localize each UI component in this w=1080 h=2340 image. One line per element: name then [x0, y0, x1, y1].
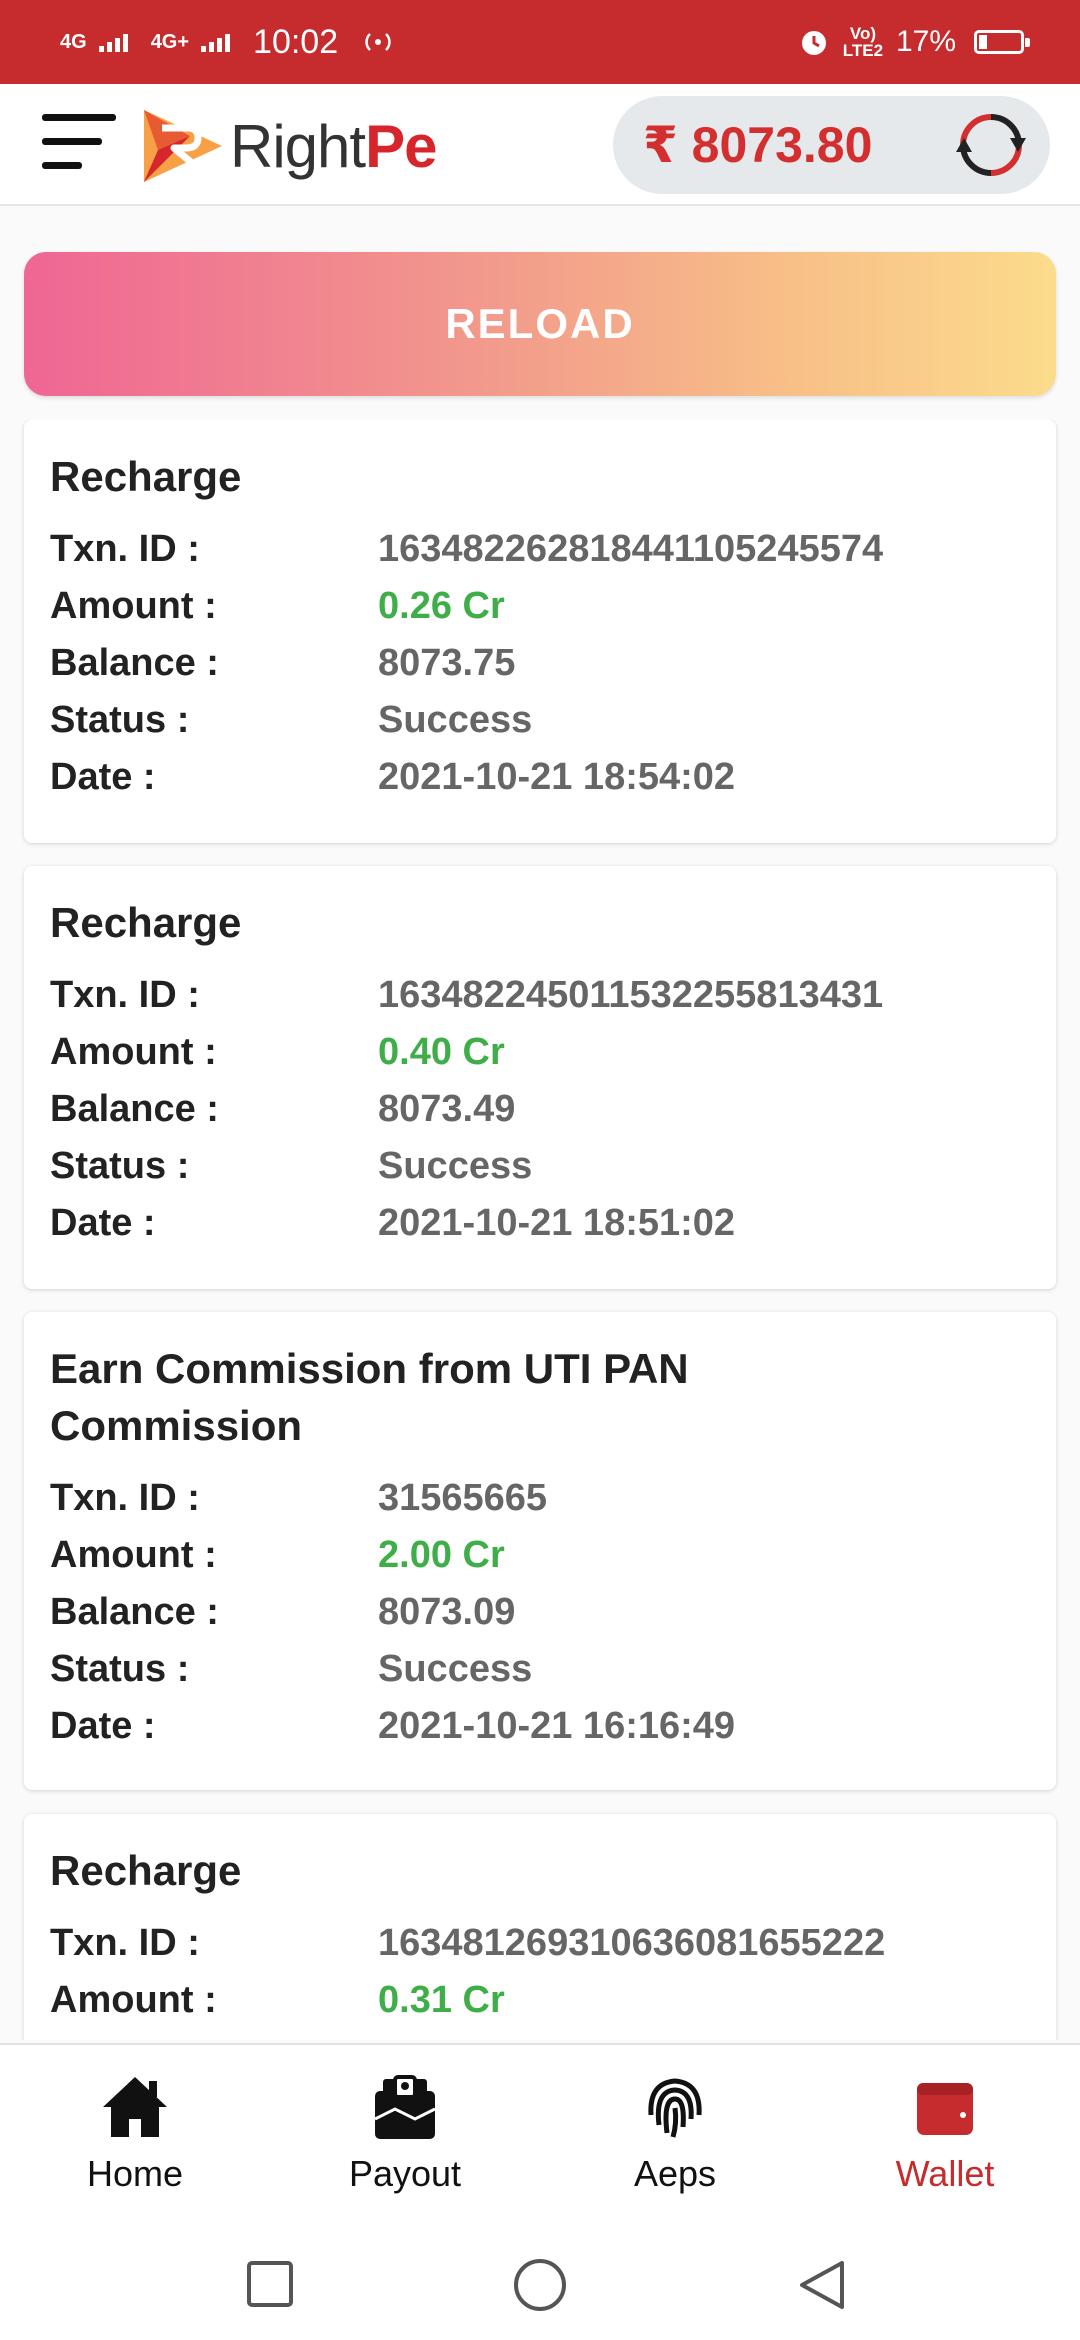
- status-label: Status :: [50, 1648, 190, 1690]
- transaction-card: Recharge Txn. ID : 1634822628184411052455…: [24, 420, 1056, 843]
- nav-wallet-label: Wallet: [895, 2153, 995, 2194]
- transaction-card: Earn Commission from UTI PAN Commission …: [24, 1312, 1056, 1790]
- transaction-title: Recharge: [50, 1847, 242, 1894]
- wallet-icon: [917, 2083, 973, 2135]
- balance-value: 8073.09: [378, 1591, 516, 1633]
- battery-icon: [974, 30, 1030, 54]
- transaction-title: Earn Commission from UTI PAN Commission: [50, 1345, 689, 1449]
- status-value: Success: [378, 1145, 533, 1187]
- date-label: Date :: [50, 756, 156, 798]
- network-indicator-2: 4G+: [150, 31, 190, 53]
- balance-label: Balance :: [50, 1088, 219, 1130]
- status-value: Success: [378, 699, 533, 741]
- signal-bars-icon: [98, 34, 128, 52]
- balance-amount: ₹ 8073.80: [643, 117, 873, 173]
- app-header: RightPe ₹ 8073.80: [0, 84, 1080, 206]
- menu-button[interactable]: [42, 114, 116, 170]
- refresh-icon[interactable]: [954, 108, 1028, 182]
- txn-id-label: Txn. ID :: [50, 974, 200, 1016]
- nav-home-label: Home: [86, 2153, 184, 2194]
- amount-value: 0.40 Cr: [378, 1031, 505, 1073]
- nav-wallet[interactable]: Wallet: [810, 2045, 1080, 2217]
- bottom-nav: Home Payout Aeps Wallet: [0, 2043, 1080, 2217]
- txn-id-value: 163482245011532255813431: [378, 974, 884, 1016]
- nav-home[interactable]: Home: [0, 2045, 270, 2217]
- system-nav-bar: [0, 2215, 1080, 2340]
- transaction-title: Recharge: [50, 453, 242, 500]
- fingerprint-icon: [648, 2078, 702, 2138]
- network-indicator-1: 4G: [60, 31, 87, 53]
- status-label: Status :: [50, 1145, 190, 1187]
- date-value: 2021-10-21 18:51:02: [378, 1202, 736, 1244]
- txn-id-label: Txn. ID :: [50, 1477, 200, 1519]
- signal-bars-icon: [201, 34, 231, 52]
- status-value: Success: [378, 1648, 533, 1690]
- nav-payout-label: Payout: [348, 2153, 462, 2194]
- amount-value: 0.31 Cr: [378, 1979, 505, 2021]
- status-bar: 4G 4G+ 10:02 Vo) LTE2 17%: [0, 0, 1080, 84]
- balance-value: 8073.75: [378, 642, 516, 684]
- date-value: 2021-10-21 18:54:02: [378, 756, 736, 798]
- nav-payout[interactable]: Payout: [270, 2045, 540, 2217]
- clock: 10:02: [253, 22, 339, 61]
- battery-percent: 17%: [895, 25, 956, 58]
- date-value: 2021-10-21 16:16:49: [378, 1705, 736, 1747]
- amount-label: Amount :: [50, 585, 217, 627]
- reload-button[interactable]: RELOAD: [24, 252, 1056, 396]
- amount-label: Amount :: [50, 1031, 217, 1073]
- txn-id-value: 163482262818441105245574: [378, 528, 884, 570]
- payout-icon: [374, 2075, 436, 2139]
- alarm-icon: [801, 31, 826, 55]
- home-icon: [103, 2077, 167, 2137]
- nav-aeps-label: Aeps: [633, 2153, 717, 2194]
- status-label: Status :: [50, 699, 190, 741]
- txn-id-label: Txn. ID :: [50, 1922, 200, 1964]
- date-label: Date :: [50, 1202, 156, 1244]
- recent-apps-button[interactable]: [246, 2260, 294, 2308]
- balance-label: Balance :: [50, 642, 219, 684]
- logo-mark-icon: [144, 110, 222, 182]
- home-system-button[interactable]: [512, 2257, 568, 2313]
- nav-aeps[interactable]: Aeps: [540, 2045, 810, 2217]
- volte-indicator: Vo) LTE2: [842, 24, 884, 60]
- amount-label: Amount :: [50, 1979, 217, 2021]
- back-button[interactable]: [796, 2259, 848, 2311]
- amount-label: Amount :: [50, 1534, 217, 1576]
- transaction-card: Recharge Txn. ID : 1634812693106360816552…: [24, 1814, 1056, 2040]
- amount-value: 0.26 Cr: [378, 585, 505, 627]
- txn-id-value: 163481269310636081655222: [378, 1922, 886, 1964]
- txn-id-value: 31565665: [378, 1477, 548, 1519]
- balance-label: Balance :: [50, 1591, 219, 1633]
- logo-text: RightPe: [230, 112, 437, 180]
- amount-value: 2.00 Cr: [378, 1534, 505, 1576]
- app-logo: RightPe: [140, 106, 437, 186]
- hotspot-icon: [365, 33, 391, 51]
- transaction-title: Recharge: [50, 899, 242, 946]
- transaction-list[interactable]: Recharge Txn. ID : 1634822628184411052455…: [0, 420, 1080, 2040]
- balance-value: 8073.49: [378, 1088, 516, 1130]
- date-label: Date :: [50, 1705, 156, 1747]
- transaction-card: Recharge Txn. ID : 1634822450115322558134…: [24, 866, 1056, 1289]
- txn-id-label: Txn. ID :: [50, 528, 200, 570]
- wallet-balance: ₹ 8073.80: [613, 96, 1050, 194]
